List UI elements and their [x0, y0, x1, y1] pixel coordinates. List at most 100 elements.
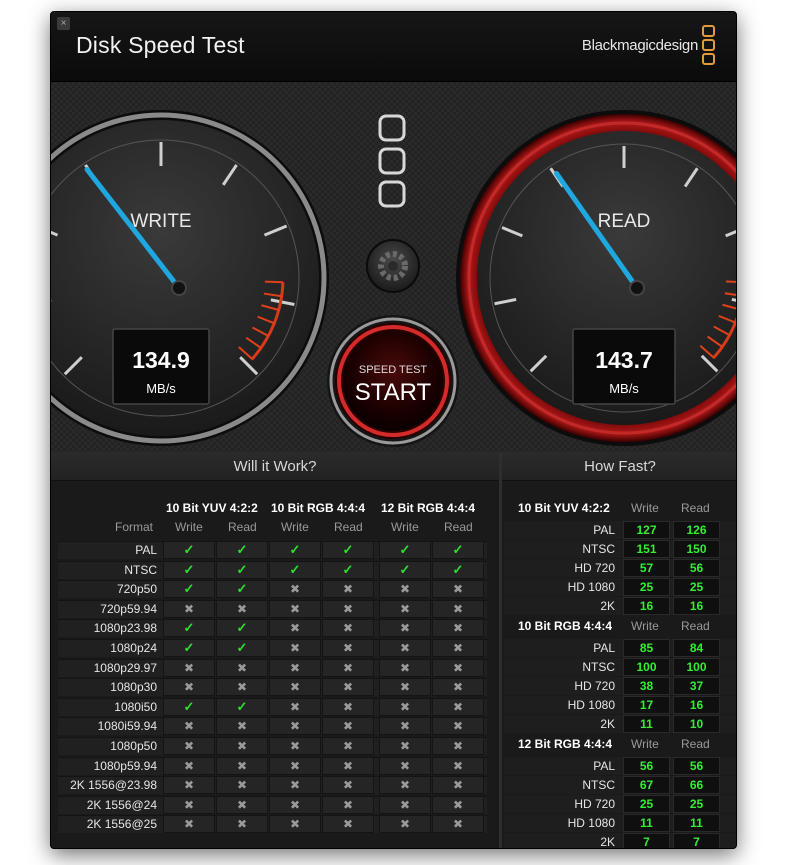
format-label: PAL [135, 543, 157, 557]
check-icon: ✓ [163, 541, 215, 559]
app-window: × Disk Speed Test Blackmagicdesign WRITE… [50, 11, 737, 849]
will-it-work-title: Will it Work? [51, 452, 499, 481]
cross-icon: ✖ [163, 815, 215, 834]
cross-icon: ✖ [379, 756, 431, 775]
group-header: 10 Bit YUV 4:2:2 [518, 501, 610, 515]
cross-icon: ✖ [432, 619, 484, 638]
read-red-tick [725, 280, 736, 283]
cross-icon: ✖ [269, 697, 321, 716]
check-icon: ✓ [269, 560, 321, 579]
cross-icon: ✖ [322, 697, 374, 716]
read-speed-cell: 16 [673, 597, 720, 615]
cross-icon: ✖ [379, 619, 431, 638]
cross-icon: ✖ [163, 658, 215, 677]
settings-gear-icon[interactable] [366, 239, 420, 293]
cross-icon: ✖ [322, 815, 374, 834]
format-label: 720p50 [116, 582, 157, 597]
cross-icon: ✖ [322, 678, 374, 697]
write-header: Write [631, 501, 659, 515]
cross-icon: ✖ [216, 678, 268, 697]
cross-icon: ✖ [163, 795, 215, 814]
write-speed-cell: 67 [623, 776, 670, 794]
cross-icon: ✖ [322, 639, 374, 657]
read-gauge-label: READ [598, 211, 651, 232]
cross-icon: ✖ [432, 717, 484, 736]
subcolumn-header: Write [391, 520, 419, 534]
subcolumn-header: Read [228, 520, 257, 534]
cross-icon: ✖ [163, 737, 215, 755]
format-label: HD 1080 [567, 580, 615, 594]
cross-icon: ✖ [269, 619, 321, 638]
write-speed-cell: 25 [623, 578, 670, 596]
gauges-canvas: WRITE 134.9 MB/s READ 143.7 MB/s SPEED T… [51, 110, 736, 447]
cross-icon: ✖ [216, 795, 268, 814]
cross-icon: ✖ [432, 639, 484, 657]
write-speed-cell: 100 [623, 658, 670, 676]
cross-icon: ✖ [163, 756, 215, 775]
format-label: 1080p24 [110, 641, 157, 655]
format-label: 1080i50 [114, 699, 157, 714]
check-icon: ✓ [322, 541, 374, 559]
cross-icon: ✖ [322, 717, 374, 736]
cross-icon: ✖ [163, 678, 215, 697]
format-label: HD 1080 [567, 698, 615, 712]
check-icon: ✓ [432, 541, 484, 559]
group-header: 12 Bit RGB 4:4:4 [518, 737, 613, 751]
cross-icon: ✖ [269, 717, 321, 736]
write-speed-cell: 57 [623, 559, 670, 577]
format-label: PAL [593, 641, 615, 655]
format-label: HD 720 [574, 797, 615, 811]
cross-icon: ✖ [269, 737, 321, 755]
check-icon: ✓ [216, 580, 268, 599]
subcolumn-header: Write [281, 520, 309, 534]
cross-icon: ✖ [379, 776, 431, 795]
subcolumn-header: Read [334, 520, 363, 534]
cross-icon: ✖ [379, 717, 431, 736]
results-panels: Will it Work? How Fast? 10 Bit YUV 4:2:2… [51, 452, 736, 848]
panel-divider [499, 452, 502, 848]
cross-icon: ✖ [269, 756, 321, 775]
read-speed-cell: 37 [673, 677, 720, 695]
group-header: 10 Bit RGB 4:4:4 [271, 501, 366, 515]
check-icon: ✓ [269, 541, 321, 559]
check-icon: ✓ [216, 697, 268, 716]
format-label: 1080i59.94 [97, 719, 157, 734]
format-label: 2K [600, 717, 615, 731]
title-bar: × Disk Speed Test Blackmagicdesign [51, 12, 736, 82]
check-icon: ✓ [216, 541, 268, 559]
read-speed-cell: 25 [673, 795, 720, 813]
format-label: NTSC [124, 562, 157, 577]
cross-icon: ✖ [163, 599, 215, 618]
cross-icon: ✖ [216, 737, 268, 755]
read-speed-value: 143.7 [595, 347, 653, 373]
cross-icon: ✖ [322, 580, 374, 599]
write-red-tick [264, 280, 283, 284]
cross-icon: ✖ [432, 599, 484, 618]
check-icon: ✓ [163, 639, 215, 657]
read-speed-cell: 25 [673, 578, 720, 596]
cross-icon: ✖ [269, 658, 321, 677]
write-speed-cell: 85 [623, 639, 670, 657]
read-speed-cell: 126 [673, 521, 720, 539]
cross-icon: ✖ [322, 756, 374, 775]
format-label: 2K 1556@23.98 [70, 778, 157, 793]
cross-icon: ✖ [379, 658, 431, 677]
brand-name: Blackmagicdesign [581, 37, 698, 54]
read-header: Read [681, 501, 710, 515]
cross-icon: ✖ [379, 599, 431, 618]
format-label: 2K [600, 599, 615, 613]
cross-icon: ✖ [163, 717, 215, 736]
read-speed-cell: 56 [673, 757, 720, 775]
start-button[interactable]: SPEED TEST START [327, 315, 459, 447]
close-icon[interactable]: × [57, 17, 70, 30]
cross-icon: ✖ [379, 697, 431, 716]
read-header: Read [681, 619, 710, 633]
start-button-caption: SPEED TEST [359, 364, 428, 376]
cross-icon: ✖ [216, 815, 268, 834]
format-label: NTSC [582, 660, 615, 674]
cross-icon: ✖ [322, 795, 374, 814]
subcolumn-header: Read [444, 520, 473, 534]
format-label: HD 720 [574, 679, 615, 693]
write-speed-cell: 11 [623, 814, 670, 832]
write-speed-cell: 127 [623, 521, 670, 539]
